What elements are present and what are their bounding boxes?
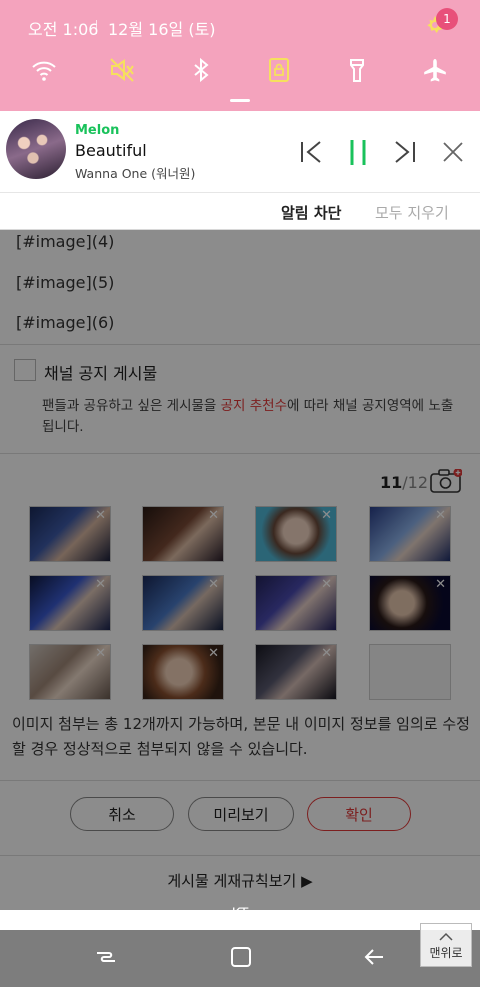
song-title: Beautiful — [75, 141, 147, 160]
scroll-to-top-label: 맨위로 — [429, 946, 463, 960]
airplane-mode-toggle[interactable] — [421, 56, 449, 84]
remove-image-icon[interactable]: ✕ — [95, 578, 106, 591]
preview-button[interactable]: 미리보기 — [188, 797, 294, 831]
attached-image-thumb[interactable]: ✕ — [255, 575, 337, 631]
status-separator — [96, 20, 97, 34]
recent-apps-button[interactable] — [93, 944, 119, 970]
confirm-button[interactable]: 확인 — [307, 797, 411, 831]
media-app-name: Melon — [75, 123, 120, 138]
channel-notice-checkbox[interactable] — [14, 359, 36, 381]
remove-image-icon[interactable]: ✕ — [321, 647, 332, 660]
airplane-mode-icon — [424, 59, 446, 82]
remove-image-icon[interactable]: ✕ — [95, 509, 106, 522]
channel-notice-label: 채널 공지 게시물 — [44, 364, 158, 383]
attachment-count: 11/12 — [380, 473, 429, 492]
image-reference-6: [#image](6) — [16, 313, 115, 332]
block-notifications-button[interactable]: 알림 차단 — [281, 202, 341, 223]
attached-image-thumb[interactable]: ✕ — [142, 575, 224, 631]
home-button[interactable] — [228, 944, 254, 970]
divider — [0, 780, 480, 781]
status-date: 12월 16일 (토) — [108, 20, 216, 39]
back-button[interactable] — [361, 944, 387, 970]
remove-image-icon[interactable]: ✕ — [321, 578, 332, 591]
divider — [0, 855, 480, 856]
remove-image-icon[interactable]: ✕ — [95, 647, 106, 660]
navigation-bar — [0, 930, 480, 987]
status-time: 오전 1:06 — [28, 20, 99, 39]
bluetooth-toggle[interactable] — [187, 56, 215, 84]
cancel-button[interactable]: 취소 — [70, 797, 174, 831]
wifi-toggle[interactable] — [30, 56, 58, 84]
rotation-lock-icon — [269, 58, 289, 82]
empty-image-slot[interactable] — [369, 644, 451, 700]
close-media-button[interactable] — [438, 137, 468, 167]
chevron-up-icon — [439, 932, 453, 941]
divider — [0, 344, 480, 345]
attachment-notice: 이미지 첨부는 총 12개까지 가능하며, 본문 내 이미지 정보를 임의로 수… — [12, 715, 470, 758]
flashlight-icon — [350, 59, 364, 82]
recent-apps-icon — [97, 952, 115, 962]
attached-image-thumb[interactable]: ✕ — [29, 644, 111, 700]
close-icon — [443, 142, 463, 162]
pause-button[interactable] — [343, 137, 373, 167]
remove-image-icon[interactable]: ✕ — [208, 509, 219, 522]
previous-track-button[interactable] — [296, 137, 326, 167]
clear-all-button[interactable]: 모두 지우기 — [375, 202, 449, 223]
rotation-lock-toggle[interactable] — [265, 56, 293, 84]
image-reference-4: [#image](4) — [16, 232, 115, 251]
artist-name: Wanna One (워너원) — [75, 166, 196, 181]
attached-image-thumb[interactable]: ✕ — [369, 575, 451, 631]
camera-icon — [430, 468, 463, 493]
skip-previous-icon — [301, 141, 321, 163]
image-reference-5: [#image](5) — [16, 273, 115, 292]
remove-image-icon[interactable]: ✕ — [208, 578, 219, 591]
scroll-to-top-button[interactable]: 맨위로 — [420, 923, 472, 967]
channel-notice-description: 팬들과 공유하고 싶은 게시물을 공지 추천수에 따라 채널 공지영역에 노출됩… — [42, 398, 454, 435]
home-icon — [231, 947, 251, 967]
carrier-name: KT — [231, 906, 249, 922]
next-track-button[interactable] — [390, 137, 420, 167]
attached-image-thumb[interactable]: ✕ — [29, 575, 111, 631]
media-notification[interactable]: Melon Beautiful Wanna One (워너원) — [0, 111, 480, 193]
divider — [0, 453, 480, 454]
settings-badge: 1 — [436, 8, 458, 30]
flashlight-toggle[interactable] — [343, 56, 371, 84]
bluetooth-icon — [194, 57, 209, 83]
panel-drag-handle[interactable] — [230, 99, 250, 102]
wifi-icon — [32, 61, 56, 81]
back-arrow-icon — [364, 949, 383, 965]
remove-image-icon[interactable]: ✕ — [208, 647, 219, 660]
posting-rules-link[interactable]: 게시물 게재규칙보기 ▶ — [0, 870, 480, 891]
notification-actions: 알림 차단 모두 지우기 — [0, 193, 480, 230]
sound-mute-icon — [110, 58, 134, 82]
remove-image-icon[interactable]: ✕ — [435, 578, 446, 591]
notification-shade: 오전 1:06 12월 16일 (토) 1 — [0, 0, 480, 111]
attached-image-thumb[interactable]: ✕ — [29, 506, 111, 562]
add-photo-button[interactable] — [430, 468, 463, 493]
attached-image-thumb[interactable]: ✕ — [142, 644, 224, 700]
remove-image-icon[interactable]: ✕ — [435, 509, 446, 522]
attached-image-thumb[interactable]: ✕ — [142, 506, 224, 562]
remove-image-icon[interactable]: ✕ — [321, 509, 332, 522]
attached-image-thumb[interactable]: ✕ — [255, 506, 337, 562]
pause-icon — [350, 140, 366, 165]
sound-toggle[interactable] — [108, 56, 136, 84]
attached-image-thumb[interactable]: ✕ — [255, 644, 337, 700]
skip-next-icon — [395, 141, 415, 163]
album-art — [6, 119, 66, 179]
attached-image-thumb[interactable]: ✕ — [369, 506, 451, 562]
